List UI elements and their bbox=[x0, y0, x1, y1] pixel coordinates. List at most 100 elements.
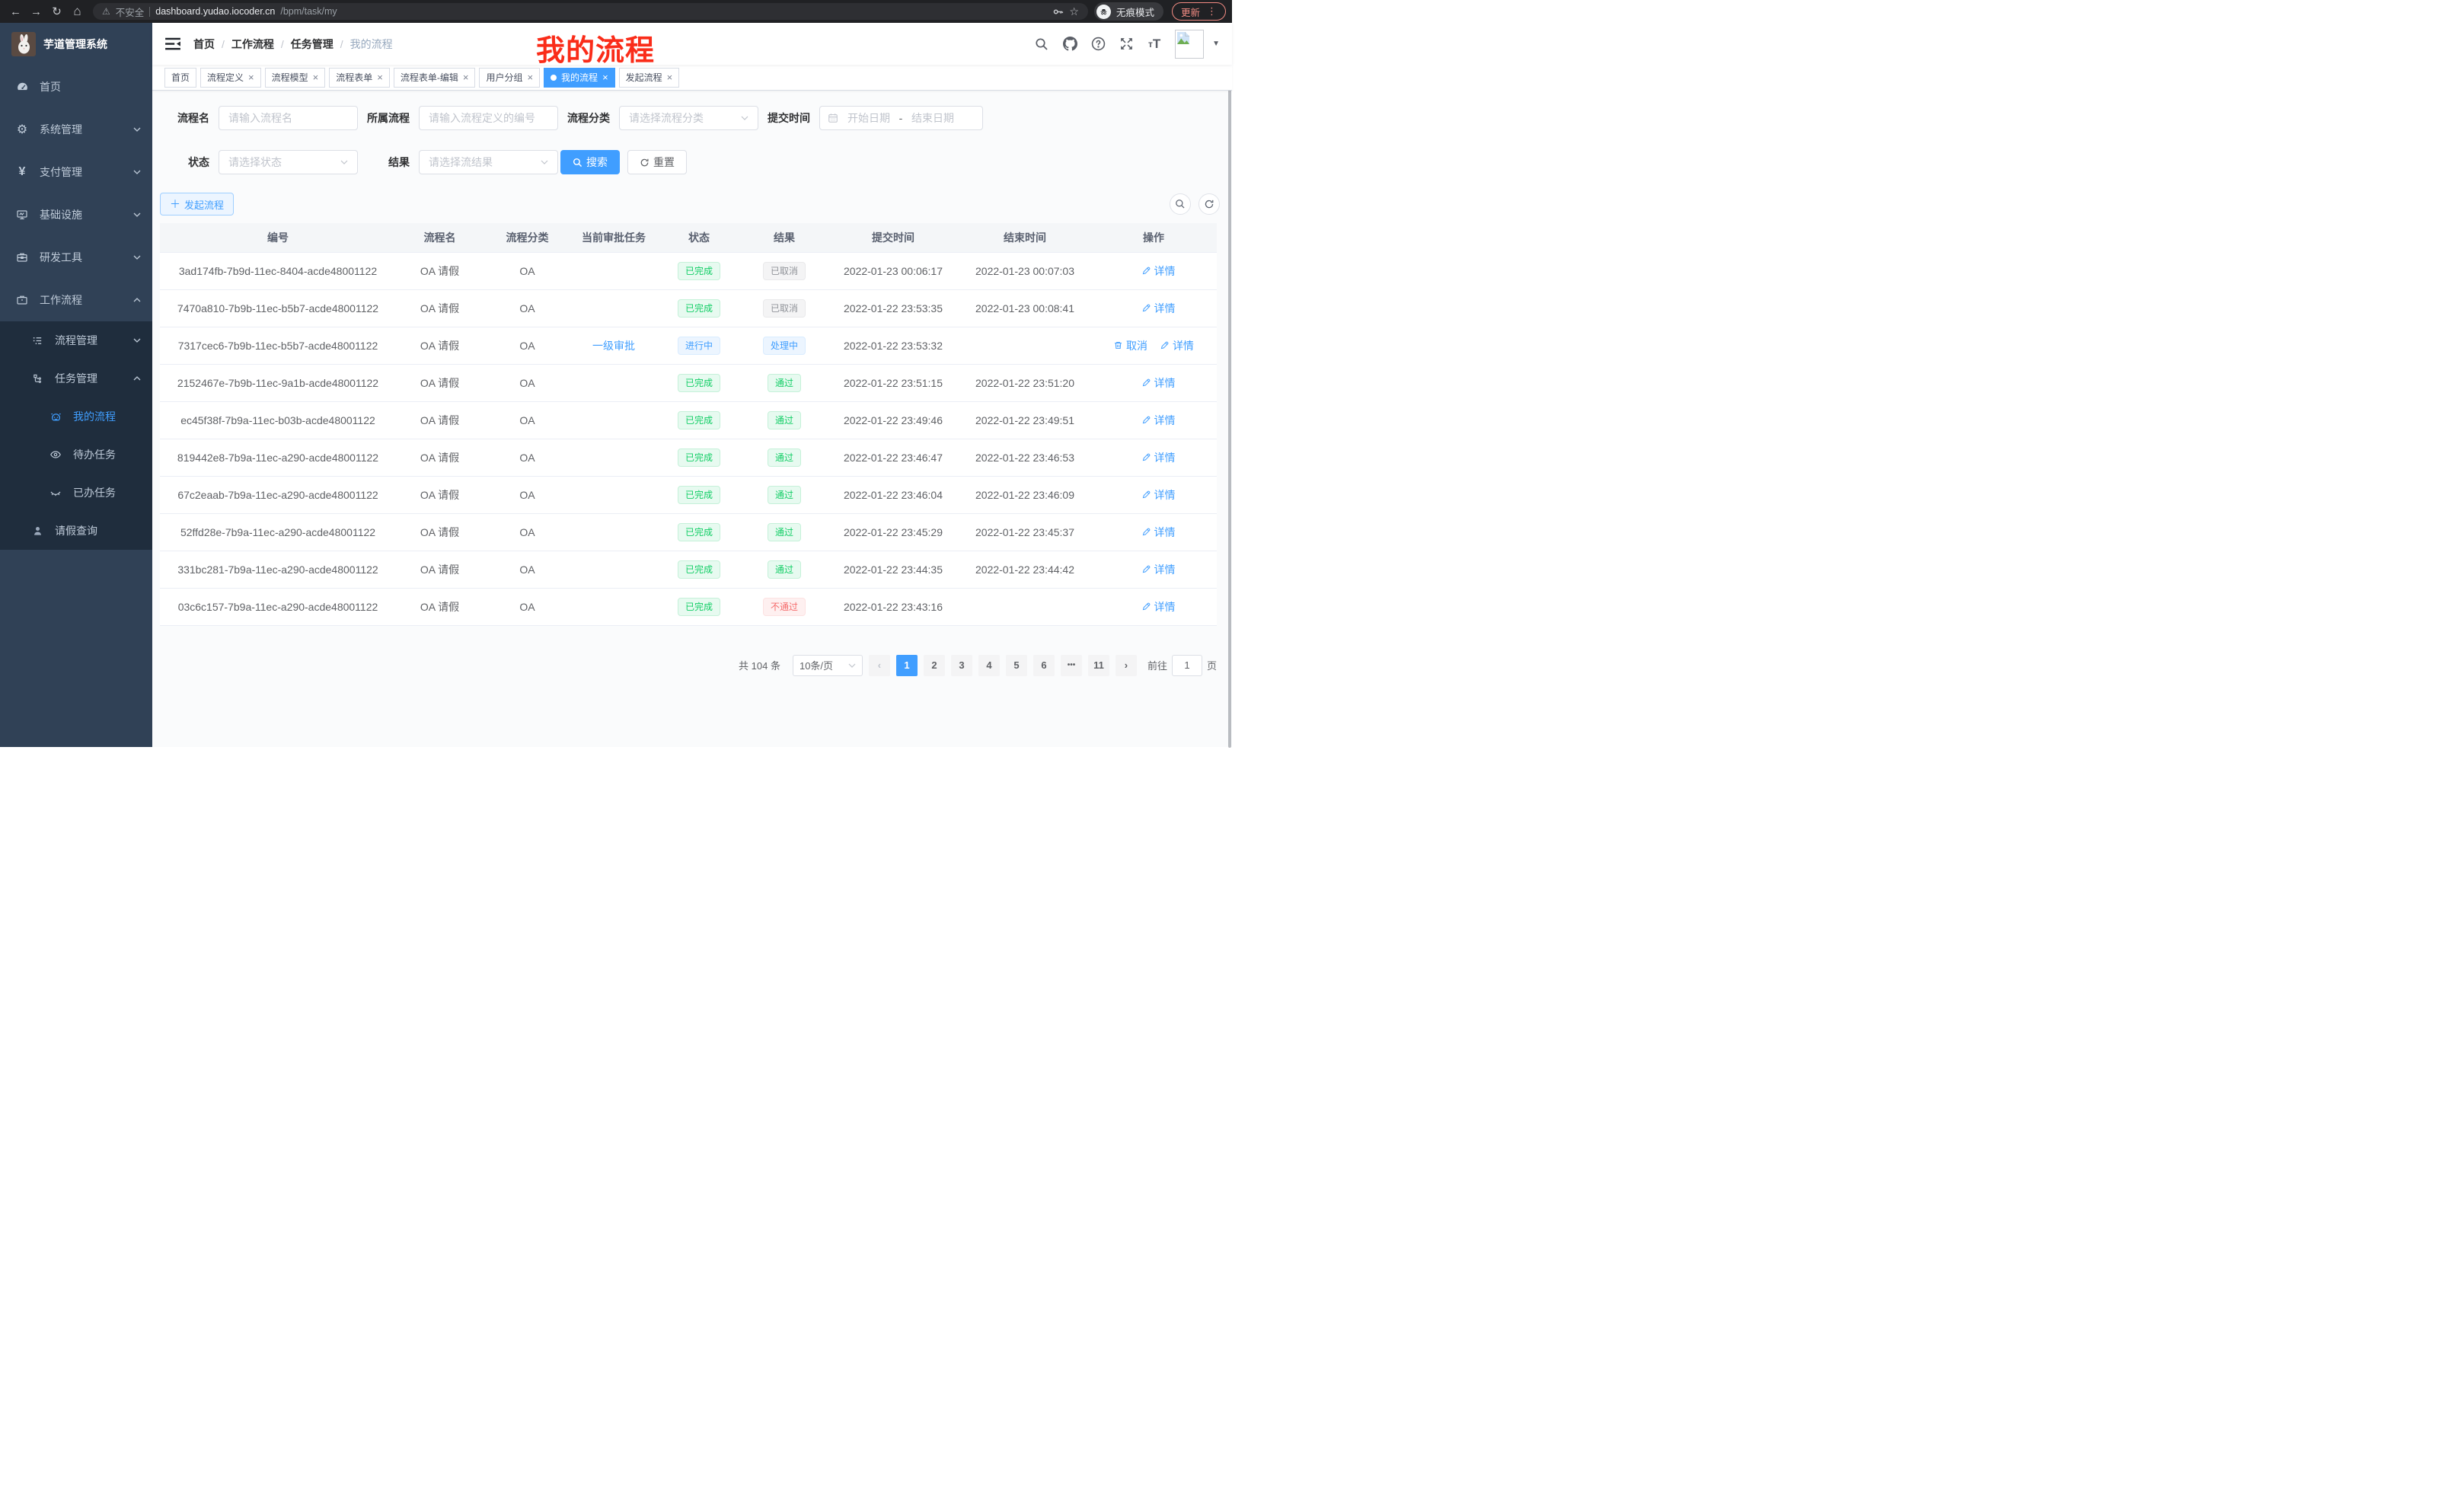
home-icon[interactable]: ⌂ bbox=[68, 2, 87, 21]
category-select[interactable]: 请选择流程分类 bbox=[619, 106, 758, 130]
detail-link[interactable]: 详情 bbox=[1141, 487, 1176, 503]
search-button[interactable]: 搜索 bbox=[560, 150, 620, 174]
page-button[interactable]: 5 bbox=[1006, 655, 1027, 676]
status-badge: 已完成 bbox=[678, 374, 720, 392]
close-tab-icon[interactable]: × bbox=[527, 72, 533, 82]
end-time-cell: 2022-01-22 23:51:20 bbox=[959, 364, 1090, 401]
status-select[interactable]: 请选择状态 bbox=[219, 150, 358, 174]
caret-down-icon[interactable]: ▼ bbox=[1212, 40, 1220, 48]
avatar[interactable] bbox=[1175, 30, 1204, 59]
create-process-button[interactable]: ＋ 发起流程 bbox=[160, 193, 234, 215]
table-row: 7470a810-7b9b-11ec-b5b7-acde48001122 OA … bbox=[160, 289, 1217, 327]
view-tab[interactable]: 用户分组 × bbox=[479, 68, 540, 88]
detail-link[interactable]: 详情 bbox=[1141, 599, 1176, 615]
column-header: 提交时间 bbox=[827, 223, 959, 252]
view-tab[interactable]: 流程定义 × bbox=[200, 68, 261, 88]
view-tab[interactable]: 流程表单 × bbox=[329, 68, 390, 88]
prev-page-button[interactable]: ‹ bbox=[869, 655, 890, 676]
close-tab-icon[interactable]: × bbox=[463, 72, 469, 82]
detail-link[interactable]: 详情 bbox=[1141, 301, 1176, 316]
tags-view: 首页 × 流程定义 × 流程模型 × 流程表单 × 流程表单-编辑 × 用户分组… bbox=[152, 65, 1232, 91]
scrollbar[interactable] bbox=[1227, 47, 1231, 767]
browser-menu-icon[interactable]: ⋮ bbox=[1207, 5, 1217, 18]
sidebar-item-workflow[interactable]: 工作流程 bbox=[0, 279, 152, 321]
close-tab-icon[interactable]: × bbox=[313, 72, 319, 82]
close-tab-icon[interactable]: × bbox=[602, 72, 608, 82]
fullscreen-icon[interactable] bbox=[1119, 37, 1134, 52]
view-tab[interactable]: 首页 × bbox=[164, 68, 196, 88]
close-tab-icon[interactable]: × bbox=[377, 72, 383, 82]
view-tab[interactable]: 我的流程 × bbox=[544, 68, 615, 88]
submit-time-cell: 2022-01-22 23:46:47 bbox=[827, 439, 959, 476]
page-button[interactable]: 4 bbox=[978, 655, 1000, 676]
sidebar-item-todo-tasks[interactable]: 待办任务 bbox=[0, 436, 152, 474]
toggle-search-button[interactable] bbox=[1170, 193, 1191, 215]
font-size-icon[interactable]: тT bbox=[1147, 37, 1162, 52]
status-badge: 已完成 bbox=[678, 598, 720, 616]
close-tab-icon[interactable]: × bbox=[248, 72, 254, 82]
sidebar-item-system[interactable]: ⚙ 系统管理 bbox=[0, 108, 152, 151]
close-tab-icon[interactable]: × bbox=[667, 72, 673, 82]
org-tree-icon bbox=[30, 373, 44, 385]
process-table: 编号流程名流程分类当前审批任务状态结果提交时间结束时间操作 3ad174fb-7… bbox=[160, 223, 1217, 626]
key-icon[interactable] bbox=[1052, 6, 1064, 18]
more-pages-button[interactable]: ••• bbox=[1061, 655, 1082, 676]
result-select[interactable]: 请选择流结果 bbox=[419, 150, 558, 174]
detail-link[interactable]: 详情 bbox=[1141, 450, 1176, 465]
back-icon[interactable]: ← bbox=[6, 2, 25, 21]
detail-link[interactable]: 详情 bbox=[1160, 338, 1194, 353]
view-tab[interactable]: 流程模型 × bbox=[265, 68, 326, 88]
page-button[interactable]: 3 bbox=[951, 655, 972, 676]
detail-link[interactable]: 详情 bbox=[1141, 562, 1176, 577]
collapse-sidebar-icon[interactable] bbox=[164, 37, 181, 52]
breadcrumb-task-mgmt[interactable]: 任务管理 bbox=[291, 37, 334, 52]
page-button[interactable]: 11 bbox=[1088, 655, 1109, 676]
actions-cell: 取消 详情 bbox=[1090, 327, 1217, 364]
process-name-cell: OA 请假 bbox=[396, 588, 484, 625]
refresh-table-button[interactable] bbox=[1198, 193, 1220, 215]
goto-page-input[interactable] bbox=[1172, 655, 1202, 676]
update-button[interactable]: 更新 ⋮ bbox=[1172, 2, 1226, 21]
sidebar-item-done-tasks[interactable]: 已办任务 bbox=[0, 474, 152, 512]
detail-link[interactable]: 详情 bbox=[1141, 263, 1176, 279]
submit-time-range-picker[interactable]: 开始日期 - 结束日期 bbox=[819, 106, 983, 130]
chevron-down-icon bbox=[741, 116, 748, 120]
address-bar[interactable]: ⚠ 不安全 dashboard.yudao.iocoder.cn /bpm/ta… bbox=[93, 3, 1088, 20]
sidebar-item-home[interactable]: 首页 bbox=[0, 65, 152, 108]
app-logo-row[interactable]: 芋道管理系统 bbox=[0, 23, 152, 65]
sidebar-item-payment[interactable]: ¥ 支付管理 bbox=[0, 151, 152, 193]
bookmark-star-icon[interactable]: ☆ bbox=[1069, 5, 1079, 18]
page-button[interactable]: 2 bbox=[924, 655, 945, 676]
sidebar-item-process-mgmt[interactable]: 流程管理 bbox=[0, 321, 152, 359]
scrollbar-thumb[interactable] bbox=[1228, 81, 1231, 748]
detail-link[interactable]: 详情 bbox=[1141, 525, 1176, 540]
breadcrumb-workflow[interactable]: 工作流程 bbox=[231, 37, 274, 52]
sidebar-item-my-process[interactable]: 我的流程 bbox=[0, 397, 152, 436]
github-icon[interactable] bbox=[1062, 37, 1077, 52]
sidebar-item-devtools[interactable]: 研发工具 bbox=[0, 236, 152, 279]
detail-link[interactable]: 详情 bbox=[1141, 413, 1176, 428]
reset-button[interactable]: 重置 bbox=[627, 150, 687, 174]
search-icon[interactable] bbox=[1034, 37, 1049, 52]
page-button[interactable]: 1 bbox=[896, 655, 918, 676]
process-name-cell: OA 请假 bbox=[396, 252, 484, 289]
view-tab[interactable]: 流程表单-编辑 × bbox=[394, 68, 476, 88]
breadcrumb-home[interactable]: 首页 bbox=[193, 37, 215, 52]
reload-icon[interactable]: ↻ bbox=[47, 2, 66, 21]
sidebar-item-infra[interactable]: 基础设施 bbox=[0, 193, 152, 236]
page-size-select[interactable]: 10条/页 bbox=[793, 655, 863, 676]
page-button[interactable]: 6 bbox=[1033, 655, 1055, 676]
process-definition-input[interactable]: 请输入流程定义的编号 bbox=[419, 106, 558, 130]
sidebar-item-task-mgmt[interactable]: 任务管理 bbox=[0, 359, 152, 397]
submit-time-cell: 2022-01-22 23:49:46 bbox=[827, 401, 959, 439]
detail-link[interactable]: 详情 bbox=[1141, 375, 1176, 391]
view-tab[interactable]: 发起流程 × bbox=[619, 68, 680, 88]
cancel-link[interactable]: 取消 bbox=[1113, 338, 1147, 353]
sidebar-item-leave-query[interactable]: 请假查询 bbox=[0, 512, 152, 550]
help-icon[interactable] bbox=[1090, 37, 1106, 52]
current-task-link[interactable]: 一级审批 bbox=[592, 340, 635, 352]
next-page-button[interactable]: › bbox=[1116, 655, 1137, 676]
category-cell: OA bbox=[484, 476, 571, 513]
process-name-input[interactable]: 请输入流程名 bbox=[219, 106, 358, 130]
forward-icon[interactable]: → bbox=[27, 2, 46, 21]
